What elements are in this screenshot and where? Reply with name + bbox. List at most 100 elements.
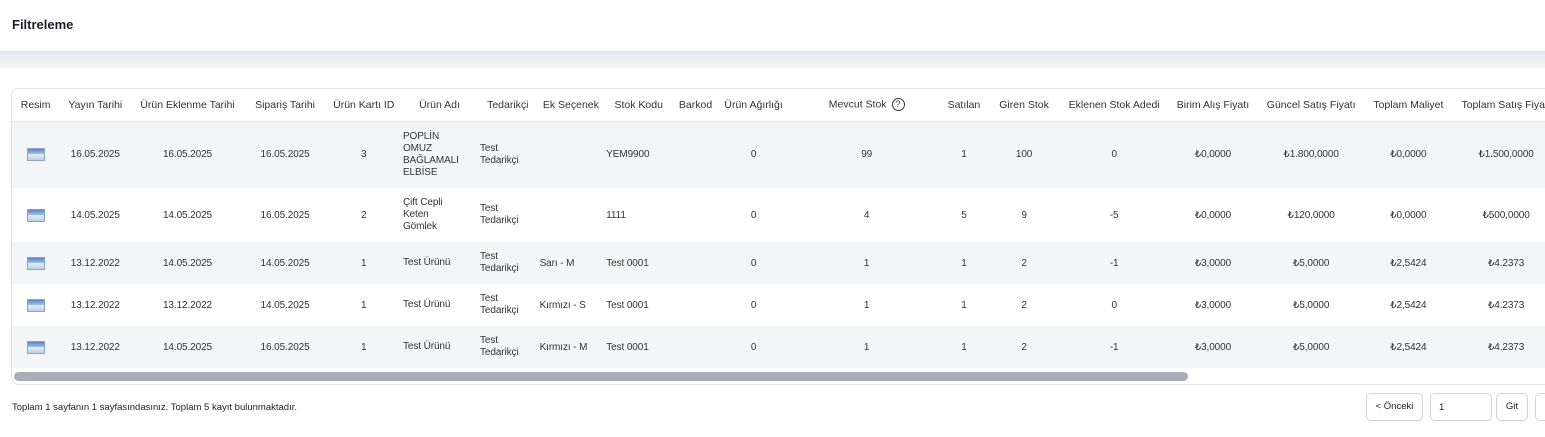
col-header[interactable]: Satılan [944,89,984,122]
table-cell: 5 [944,188,984,242]
table-cell [537,121,605,188]
table-cell: ₺0,0000 [1164,188,1262,242]
image-thumbnail-icon[interactable] [26,148,45,162]
col-header[interactable]: Ürün Adı [400,89,479,122]
table-row[interactable]: 13.12.2022 14.05.2025 14.05.2025 1 Test Ürün… [12,242,1545,284]
col-header[interactable]: Giren Stok [983,89,1065,122]
col-header[interactable]: Stok Kodu [604,89,674,122]
table-cell: Test 0001 [604,242,674,284]
table-cell [673,284,718,326]
table-cell: 2 [983,284,1065,326]
col-header[interactable]: Barkod [673,89,718,122]
image-thumbnail-icon[interactable] [26,208,45,222]
table-cell: Kırmızı - S [537,284,605,326]
table-cell: 1 [326,284,401,326]
table-cell: Test Tedarikçi [478,121,538,188]
table-cell [673,326,718,368]
table-cell: 0 [717,242,790,284]
col-header[interactable]: Güncel Satış Fiyatı [1261,89,1361,122]
table-cell: ₺1.800,0000 [1261,121,1361,188]
table-cell: 14.05.2025 [59,188,132,242]
col-header[interactable]: Birim Alış Fiyatı [1164,89,1262,122]
table-cell: ₺4.2373 [1456,326,1545,368]
table-cell: ₺500,0000 [1456,188,1545,242]
table-cell: Test Tedarikçi [478,242,538,284]
col-header[interactable]: Eklenen Stok Adedi [1064,89,1165,122]
table-row[interactable]: 13.12.2022 14.05.2025 16.05.2025 1 Test Ürün… [12,326,1545,368]
image-thumbnail-icon[interactable] [26,340,45,354]
table-cell: Test Tedarikçi [478,284,538,326]
image-thumbnail-icon[interactable] [26,298,45,312]
table-cell: 1 [944,326,984,368]
table-cell: Çift Cepli Keten Gömlek [400,188,479,242]
col-header[interactable]: Tedarikçi [478,89,538,122]
table-cell: POPLİN OMUZ BAĞLAMALI ELBİSE [400,121,479,188]
table-cell: Test 0001 [604,284,674,326]
cell-text: Test Ürünü [402,341,451,352]
table-cell: 2 [983,326,1065,368]
table-cell: ₺2,5424 [1360,284,1457,326]
cell-text: Test Tedarikçi [480,293,519,316]
col-header[interactable]: Yayın Tarihi [59,89,132,122]
table-cell: ₺4.2373 [1456,284,1545,326]
table-cell: 13.12.2022 [59,242,132,284]
table-cell: 0 [1064,121,1165,188]
table-row[interactable]: 14.05.2025 14.05.2025 16.05.2025 2 Çift Cepl… [12,188,1545,242]
image-cell [12,242,60,284]
table-cell: 13.12.2022 [131,284,244,326]
col-header[interactable]: Sipariş Tarihi [243,89,327,122]
table-cell: YEM9900 [604,121,674,188]
table-cell: -1 [1064,242,1165,284]
table-cell: Test 0001 [604,326,674,368]
col-header-mevcut-stok[interactable]: Mevcut Stok? [789,89,945,122]
table-cell [673,121,718,188]
col-header[interactable]: Ürün Kartı ID [326,89,401,122]
table-cell: 1111 [604,188,674,242]
image-thumbnail-icon[interactable] [26,256,45,270]
table-cell [673,242,718,284]
table-cell: Test Ürünü [400,242,479,284]
col-header[interactable]: Ürün Eklenme Tarihi [131,89,244,122]
table-cell: ₺2,5424 [1360,326,1457,368]
table-cell: 14.05.2025 [131,188,244,242]
scrollbar-thumb[interactable] [14,372,1188,381]
cell-text: Test Tedarikçi [480,203,519,226]
cell-text: Çift Cepli Keten Gömlek [402,197,443,232]
table-cell: 16.05.2025 [59,121,132,188]
table-cell: 1 [326,242,401,284]
table-cell: 0 [717,121,790,188]
page-number-input[interactable] [1430,393,1492,421]
table-cell: ₺2,5424 [1360,242,1457,284]
col-header[interactable]: Ek Seçenek [537,89,605,122]
table-row[interactable]: 13.12.2022 13.12.2022 14.05.2025 1 Test Ürün… [12,284,1545,326]
table-cell: Test Tedarikçi [478,188,538,242]
horizontal-scrollbar[interactable] [14,372,1544,382]
table-cell [673,188,718,242]
col-header[interactable]: Toplam Satış Fiyatı [1456,89,1545,122]
table-cell: 4 [789,188,945,242]
table-cell: 1 [789,326,945,368]
cell-text: Test Tedarikçi [480,335,519,358]
cell-text: Test Tedarikçi [480,142,519,166]
col-header[interactable]: Resim [12,89,60,122]
go-button[interactable]: Git [1496,393,1528,421]
prev-page-button[interactable]: < Önceki [1366,393,1423,421]
table-cell: 1 [789,242,945,284]
help-circle-icon[interactable]: ? [891,98,905,112]
image-cell [12,284,60,326]
table-cell: 16.05.2025 [243,121,327,188]
col-header[interactable]: Ürün Ağırlığı [717,89,790,122]
results-table-card: Resim Yayın Tarihi Ürün Eklenme Tarihi S… [11,88,1545,385]
table-cell: 0 [1064,284,1165,326]
table-header-row: Resim Yayın Tarihi Ürün Eklenme Tarihi S… [12,89,1545,122]
image-cell [12,326,60,368]
table-cell: 1 [326,326,401,368]
cell-text: Test Ürünü [402,299,451,310]
table-row[interactable]: 16.05.2025 16.05.2025 16.05.2025 3 POPLİN OM… [12,121,1545,188]
table-cell: ₺120,0000 [1261,188,1361,242]
image-cell [12,188,60,242]
col-header[interactable]: Toplam Maliyet [1360,89,1457,122]
next-page-button[interactable] [1535,393,1545,421]
table-cell: 16.05.2025 [131,121,244,188]
table-cell: ₺3,0000 [1164,326,1262,368]
